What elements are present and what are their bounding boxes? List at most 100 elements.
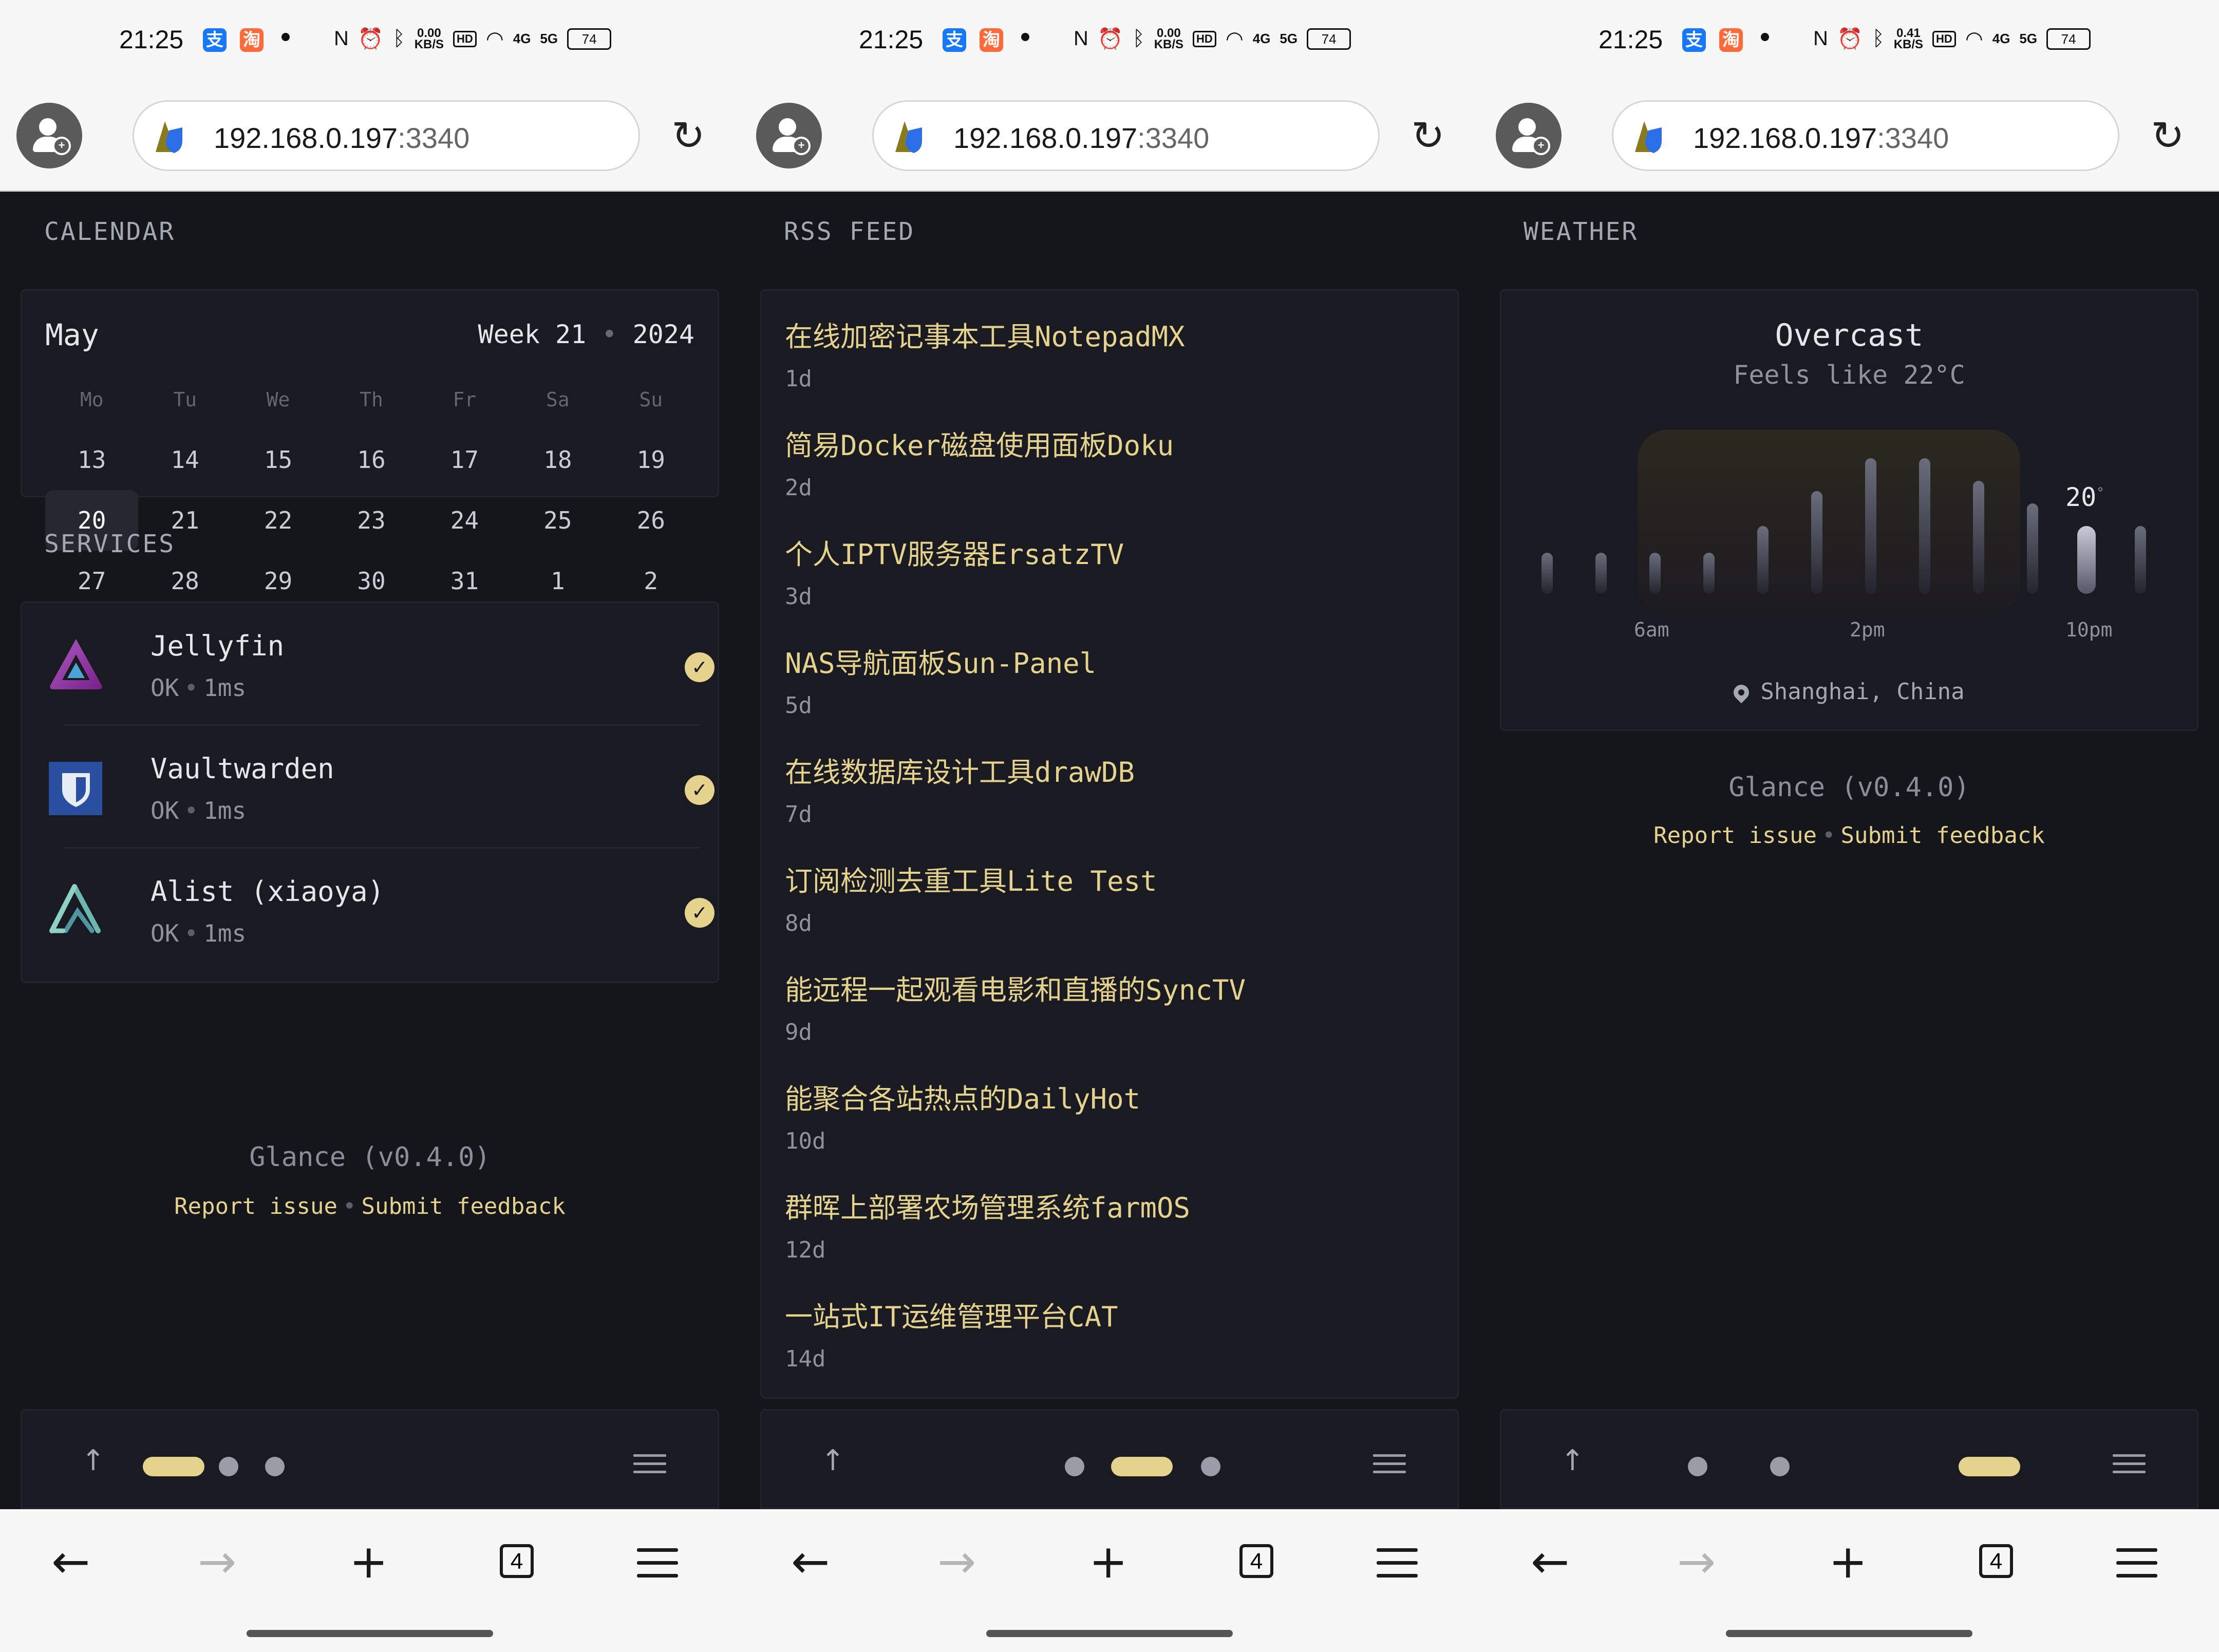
wifi-icon: ◠ xyxy=(485,27,504,50)
browser-menu-icon[interactable] xyxy=(1377,1548,1418,1587)
calendar-month: May xyxy=(45,317,99,352)
page-dot-2[interactable] xyxy=(1111,1457,1173,1476)
page-dot-1[interactable] xyxy=(1688,1457,1707,1476)
browser-url-bar: + 192.168.0.197:3340 ↻ xyxy=(0,85,740,192)
page-dot-3[interactable] xyxy=(1959,1457,2020,1476)
profile-button[interactable]: + xyxy=(1496,103,1562,168)
nfc-icon: N xyxy=(334,27,349,50)
page-dot-1[interactable] xyxy=(1065,1457,1084,1476)
page-dot-2[interactable] xyxy=(219,1457,238,1476)
home-indicator xyxy=(1726,1630,1972,1637)
new-tab-icon[interactable]: + xyxy=(1829,1539,1867,1585)
browser-menu-icon[interactable] xyxy=(637,1548,678,1587)
signal-5g-icon: 5G xyxy=(2019,31,2038,46)
rss-item-age: 3d xyxy=(785,584,812,610)
page-menu-icon[interactable] xyxy=(633,1454,666,1479)
address-field[interactable]: 192.168.0.197:3340 xyxy=(133,100,640,171)
network-speed: 0.00 KB/S xyxy=(1154,26,1184,51)
page-dot-2[interactable] xyxy=(1770,1457,1790,1476)
rss-item[interactable]: 在线数据库设计工具drawDB 7d xyxy=(785,749,1135,828)
service-vaultwarden[interactable]: Vaultwarden OK • 1ms ✓ xyxy=(43,726,714,847)
page-menu-icon[interactable] xyxy=(2113,1454,2146,1479)
calendar-widget: May Week 21 • 2024 Mo Tu We Th Fr Sa Su 13 14 15 1… xyxy=(21,289,719,595)
rss-item-title[interactable]: 一站式IT运维管理平台CAT xyxy=(785,1294,1118,1335)
weekday-header: Su xyxy=(639,388,663,411)
profile-button[interactable]: + xyxy=(16,103,82,168)
service-name: Vaultwarden xyxy=(151,753,334,785)
tabs-button[interactable]: 4 xyxy=(1239,1544,1273,1578)
back-arrow-icon[interactable]: ← xyxy=(51,1539,90,1585)
battery-icon: 74 xyxy=(2046,28,2091,50)
scroll-top-icon[interactable]: ↑ xyxy=(821,1444,845,1477)
signal-4g-icon: 4G xyxy=(1252,31,1271,46)
scroll-top-icon[interactable]: ↑ xyxy=(1560,1444,1585,1477)
rss-item-title[interactable]: 能远程一起观看电影和直播的SyncTV xyxy=(785,967,1246,1008)
hd-icon: HD xyxy=(1932,30,1956,47)
rss-item-title[interactable]: 个人IPTV服务器ErsatzTV xyxy=(785,532,1124,572)
reload-icon[interactable]: ↻ xyxy=(2147,116,2188,157)
page-menu-icon[interactable] xyxy=(1373,1454,1406,1479)
page-dot-3[interactable] xyxy=(265,1457,285,1476)
report-issue-link[interactable]: Report issue xyxy=(174,1193,337,1219)
tabs-button[interactable]: 4 xyxy=(1979,1544,2013,1578)
rss-item[interactable]: 能聚合各站热点的DailyHot 10d xyxy=(785,1076,1140,1154)
calendar-grid: Mo Tu We Th Fr Sa Su 13 14 15 16 17 18 19 20 21 22 23 24 25… xyxy=(45,388,698,611)
calendar-day: 19 xyxy=(636,446,665,474)
forward-arrow-icon[interactable]: → xyxy=(937,1539,976,1585)
rss-item[interactable]: 一站式IT运维管理平台CAT 14d xyxy=(785,1294,1118,1372)
rss-item-title[interactable]: NAS导航面板Sun-Panel xyxy=(785,641,1096,681)
new-tab-icon[interactable]: + xyxy=(1089,1539,1127,1585)
tabs-button[interactable]: 4 xyxy=(500,1544,534,1578)
forward-arrow-icon[interactable]: → xyxy=(198,1539,236,1585)
status-time: 21:25 xyxy=(119,25,184,54)
page-dot-1[interactable] xyxy=(143,1457,204,1476)
rss-item-title[interactable]: 订阅检测去重工具Lite Test xyxy=(785,858,1157,899)
bluetooth-icon: ᛒ xyxy=(1872,27,1885,50)
submit-feedback-link[interactable]: Submit feedback xyxy=(362,1193,566,1219)
rss-item-title[interactable]: 群晖上部署农场管理系统farmOS xyxy=(785,1185,1190,1226)
network-speed: 0.41 KB/S xyxy=(1893,26,1924,51)
back-arrow-icon[interactable]: ← xyxy=(791,1539,830,1585)
address-field[interactable]: 192.168.0.197:3340 xyxy=(872,100,1380,171)
weather-bar xyxy=(1865,458,1876,594)
profile-button[interactable]: + xyxy=(756,103,822,168)
address-field[interactable]: 192.168.0.197:3340 xyxy=(1612,100,2119,171)
page-dot-3[interactable] xyxy=(1201,1457,1220,1476)
browser-bottom-bar: ← → + 4 xyxy=(1479,1509,2219,1652)
browser-menu-icon[interactable] xyxy=(2116,1548,2157,1587)
rss-item-title[interactable]: 简易Docker磁盘使用面板Doku xyxy=(785,423,1174,463)
rss-item[interactable]: 订阅检测去重工具Lite Test 8d xyxy=(785,858,1157,936)
rss-item[interactable]: 个人IPTV服务器ErsatzTV 3d xyxy=(785,532,1124,610)
rss-item[interactable]: 能远程一起观看电影和直播的SyncTV 9d xyxy=(785,967,1246,1045)
back-arrow-icon[interactable]: ← xyxy=(1531,1539,1569,1585)
service-alist[interactable]: Alist (xiaoya) OK • 1ms ✓ xyxy=(43,849,714,970)
user-icon xyxy=(1518,118,1536,136)
submit-feedback-link[interactable]: Submit feedback xyxy=(1841,822,2045,849)
reload-icon[interactable]: ↻ xyxy=(1407,116,1449,157)
forward-arrow-icon[interactable]: → xyxy=(1677,1539,1716,1585)
rss-item-title[interactable]: 在线加密记事本工具NotepadMX xyxy=(785,314,1185,354)
rss-item[interactable]: 在线加密记事本工具NotepadMX 1d xyxy=(785,314,1185,392)
reload-icon[interactable]: ↻ xyxy=(668,116,709,157)
network-speed: 0.00 KB/S xyxy=(414,26,444,51)
rss-item[interactable]: 群晖上部署农场管理系统farmOS 12d xyxy=(785,1185,1190,1263)
alarm-icon: ⏰ xyxy=(358,28,384,50)
calendar-day: 23 xyxy=(357,506,386,534)
calendar-day: 26 xyxy=(636,506,665,534)
alipay-icon: 支 xyxy=(943,28,966,52)
service-status: OK • 1ms xyxy=(151,919,247,947)
rss-item[interactable]: NAS导航面板Sun-Panel 5d xyxy=(785,641,1096,719)
rss-item-title[interactable]: 能聚合各站热点的DailyHot xyxy=(785,1076,1140,1117)
report-issue-link[interactable]: Report issue xyxy=(1653,822,1817,849)
signal-4g-icon: 4G xyxy=(513,31,531,46)
services-widget: Jellyfin OK • 1ms ✓ Vaultwarden OK • 1ms ✓ A… xyxy=(21,602,719,983)
status-icons: N ⏰ ᛒ 0.41 KB/S HD ◠ 4G 5G 74 xyxy=(1813,27,2091,51)
mobile-page-nav: ↑ xyxy=(760,1409,1459,1509)
scroll-top-icon[interactable]: ↑ xyxy=(81,1444,105,1477)
service-jellyfin[interactable]: Jellyfin OK • 1ms ✓ xyxy=(43,603,714,724)
rss-item[interactable]: 简易Docker磁盘使用面板Doku 2d xyxy=(785,423,1174,501)
service-status: OK • 1ms xyxy=(151,674,247,702)
signal-4g-icon: 4G xyxy=(1992,31,2010,46)
rss-item-title[interactable]: 在线数据库设计工具drawDB xyxy=(785,749,1135,790)
new-tab-icon[interactable]: + xyxy=(349,1539,388,1585)
